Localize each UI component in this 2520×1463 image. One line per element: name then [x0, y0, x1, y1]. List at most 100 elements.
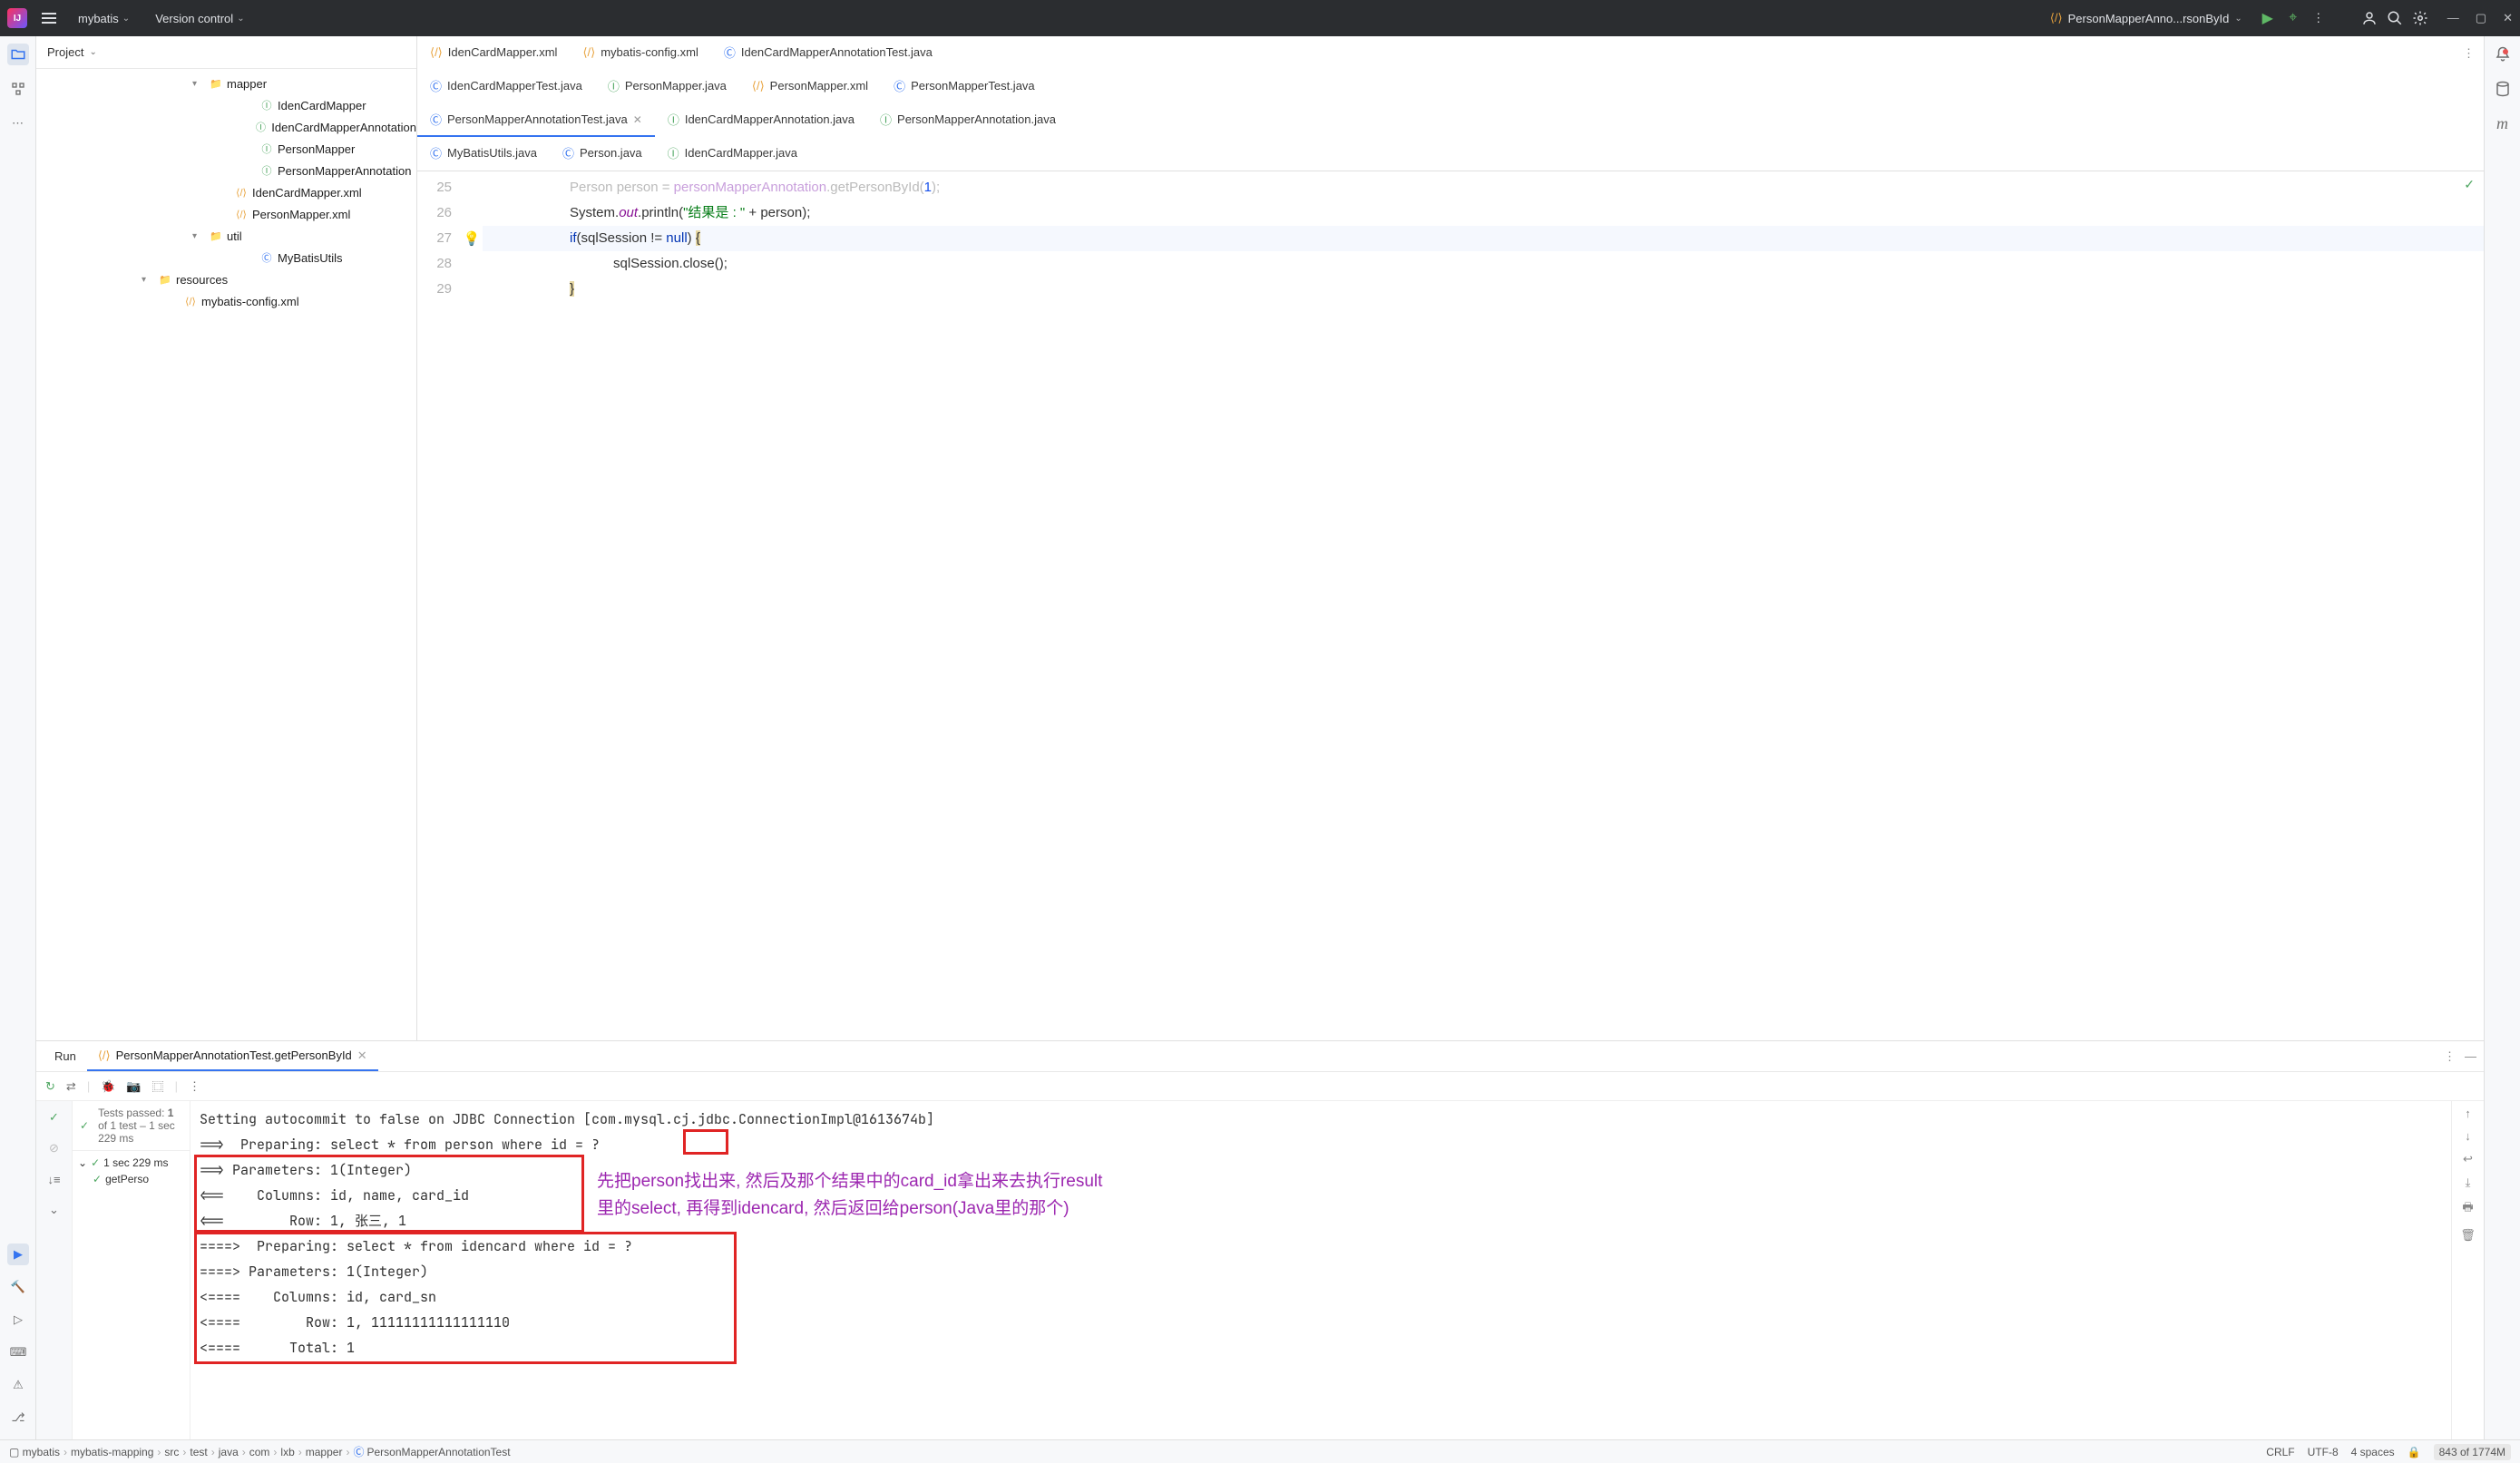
maven-button[interactable]: m [2492, 112, 2514, 134]
more-tools[interactable]: ⋯ [7, 112, 29, 134]
test-expand[interactable]: ⌄ [44, 1199, 65, 1221]
editor-tab[interactable]: ⒸPerson.java [550, 137, 655, 171]
editor-tab[interactable]: ⒸPersonMapperAnnotationTest.java✕ [417, 103, 655, 137]
soft-wrap-icon[interactable]: ↩ [2463, 1152, 2473, 1166]
breadcrumb-item[interactable]: ▢ mybatis [9, 1446, 60, 1458]
tree-item[interactable]: ⒾIdenCardMapperAnnotation [36, 116, 416, 138]
tree-item[interactable]: ⒸMyBatisUtils [36, 247, 416, 268]
git-button[interactable]: ⎇ [7, 1407, 29, 1429]
editor-tab[interactable]: ⟨/⟩PersonMapper.xml [739, 72, 881, 102]
print-icon[interactable]: 🖶 [2462, 1199, 2473, 1219]
close-tab-icon[interactable]: ✕ [357, 1048, 367, 1063]
build-tool-button[interactable]: 🔨 [7, 1276, 29, 1298]
tree-item[interactable]: ▾📁util [36, 225, 416, 247]
run-tool-window: Run ⟨/⟩ PersonMapperAnnotationTest.getPe… [36, 1040, 2484, 1439]
editor-tab[interactable]: ⒾPersonMapperAnnotation.java [867, 103, 1069, 137]
memory-indicator[interactable]: 843 of 1774M [2434, 1444, 2511, 1460]
run-config-selector[interactable]: ⟨/⟩ PersonMapperAnno...rsonById ⌄ [2041, 7, 2251, 29]
search-icon[interactable] [2386, 9, 2404, 27]
app-icon: IJ [7, 8, 27, 28]
toggle-tests-icon[interactable]: ⇄ [66, 1079, 76, 1094]
rerun-icon[interactable]: ↻ [45, 1079, 55, 1094]
editor-tab[interactable]: ⒸMyBatisUtils.java [417, 137, 550, 171]
titlebar: IJ mybatis⌄ Version control⌄ ⟨/⟩ PersonM… [0, 0, 2520, 36]
tree-item[interactable]: ⒾPersonMapper [36, 138, 416, 160]
editor-tab[interactable]: ⒾIdenCardMapperAnnotation.java [655, 103, 867, 137]
editor-tab[interactable]: ⒸPersonMapperTest.java [881, 70, 1048, 103]
encoding[interactable]: UTF-8 [2308, 1446, 2339, 1458]
notifications-button[interactable] [2492, 44, 2514, 65]
breadcrumb-item[interactable]: test [190, 1446, 207, 1458]
intention-bulb-icon[interactable]: 💡 [464, 230, 481, 247]
debug-button[interactable]: ⌖ [2284, 9, 2302, 27]
tree-item[interactable]: ⟨/⟩IdenCardMapper.xml [36, 181, 416, 203]
settings-icon[interactable] [2411, 9, 2429, 27]
breadcrumb-item[interactable]: mapper [306, 1446, 343, 1458]
test-node[interactable]: ✓getPerso [78, 1171, 184, 1187]
run-hide-icon[interactable]: — [2465, 1049, 2476, 1064]
project-pane: Project⌄ ▾📁mapperⒾIdenCardMapperⒾIdenCar… [36, 36, 417, 1040]
breadcrumb-item[interactable]: mybatis-mapping [71, 1446, 153, 1458]
breadcrumb-item[interactable]: src [164, 1446, 179, 1458]
project-header[interactable]: Project⌄ [36, 36, 416, 69]
tree-item[interactable]: ▾📁resources [36, 268, 416, 290]
editor-tab[interactable]: ⒸIdenCardMapperAnnotationTest.java [711, 36, 945, 70]
breadcrumb[interactable]: ▢ mybatis›mybatis-mapping›src›test›java›… [9, 1444, 511, 1459]
minimize-button[interactable]: — [2447, 11, 2459, 25]
structure-tool-button[interactable] [7, 78, 29, 100]
tree-item[interactable]: ⒾPersonMapperAnnotation [36, 160, 416, 181]
tree-item[interactable]: ⒾIdenCardMapper [36, 94, 416, 116]
test-pass-filter[interactable]: ✓ [44, 1107, 65, 1128]
editor-tab[interactable]: ⒸIdenCardMapperTest.java [417, 70, 595, 103]
run-tool-button[interactable]: ▶ [7, 1244, 29, 1265]
exit-icon[interactable]: ⿴ [152, 1078, 164, 1095]
more-run-actions[interactable]: ⋮ [189, 1079, 200, 1094]
editor-tab[interactable]: ⟨/⟩mybatis-config.xml [570, 38, 710, 69]
breadcrumb-item[interactable]: com [249, 1446, 270, 1458]
tree-item[interactable]: ⟨/⟩PersonMapper.xml [36, 203, 416, 225]
scroll-up-icon[interactable]: ↑ [2465, 1107, 2471, 1120]
editor-tab[interactable]: ⟨/⟩IdenCardMapper.xml [417, 38, 570, 69]
editor-tab[interactable]: ⒾIdenCardMapper.java [655, 137, 810, 171]
terminal-button[interactable]: ⌨ [7, 1341, 29, 1363]
tree-item[interactable]: ▾📁mapper [36, 73, 416, 94]
indent[interactable]: 4 spaces [2351, 1446, 2395, 1458]
readonly-icon[interactable]: 🔒 [2408, 1446, 2421, 1458]
debug-rerun-icon[interactable]: 🐞 [101, 1079, 115, 1094]
line-sep[interactable]: CRLF [2266, 1446, 2294, 1458]
vcs-selector[interactable]: Version control⌄ [148, 8, 251, 29]
more-actions[interactable]: ⋮ [2310, 9, 2328, 27]
scroll-down-icon[interactable]: ↓ [2465, 1129, 2471, 1143]
test-root[interactable]: ⌄✓1 sec 229 ms [78, 1155, 184, 1171]
dump-icon[interactable]: 📷 [126, 1079, 141, 1094]
account-icon[interactable] [2360, 9, 2378, 27]
project-selector[interactable]: mybatis⌄ [71, 8, 137, 29]
status-bar: ▢ mybatis›mybatis-mapping›src›test›java›… [0, 1439, 2520, 1463]
project-tool-button[interactable] [7, 44, 29, 65]
project-tree[interactable]: ▾📁mapperⒾIdenCardMapperⒾIdenCardMapperAn… [36, 69, 416, 1040]
test-fail-filter[interactable]: ⊘ [44, 1137, 65, 1159]
inspection-ok-icon: ✓ [2464, 177, 2475, 192]
run-tab[interactable]: Run [44, 1043, 87, 1069]
database-button[interactable] [2492, 78, 2514, 100]
problems-button[interactable]: ⚠ [7, 1374, 29, 1396]
run-button[interactable]: ▶ [2259, 9, 2277, 27]
main-menu-button[interactable] [38, 7, 60, 29]
breadcrumb-item[interactable]: Ⓒ PersonMapperAnnotationTest [353, 1444, 510, 1459]
code-editor[interactable]: ✓ 2526272829 💡 Person person = personMap… [417, 171, 2484, 1040]
services-button[interactable]: ▷ [7, 1309, 29, 1331]
clear-icon[interactable]: 🗑 [2460, 1228, 2476, 1243]
tree-item[interactable]: ⟨/⟩mybatis-config.xml [36, 290, 416, 312]
editor-tab[interactable]: ⒾPersonMapper.java [595, 70, 739, 103]
console-output[interactable]: Setting autocommit to false on JDBC Conn… [190, 1101, 2451, 1366]
run-config-tab[interactable]: ⟨/⟩ PersonMapperAnnotationTest.getPerson… [87, 1042, 378, 1071]
breadcrumb-item[interactable]: java [219, 1446, 239, 1458]
tabs-more[interactable]: ⋮ [2454, 41, 2484, 66]
test-sort[interactable]: ↓≡ [44, 1168, 65, 1190]
close-tab-icon[interactable]: ✕ [633, 113, 642, 126]
maximize-button[interactable]: ▢ [2476, 11, 2486, 25]
breadcrumb-item[interactable]: lxb [280, 1446, 294, 1458]
scroll-end-icon[interactable]: ⤓ [2466, 1175, 2471, 1190]
run-more-icon[interactable]: ⋮ [2444, 1049, 2456, 1064]
close-button[interactable]: ✕ [2503, 11, 2513, 25]
